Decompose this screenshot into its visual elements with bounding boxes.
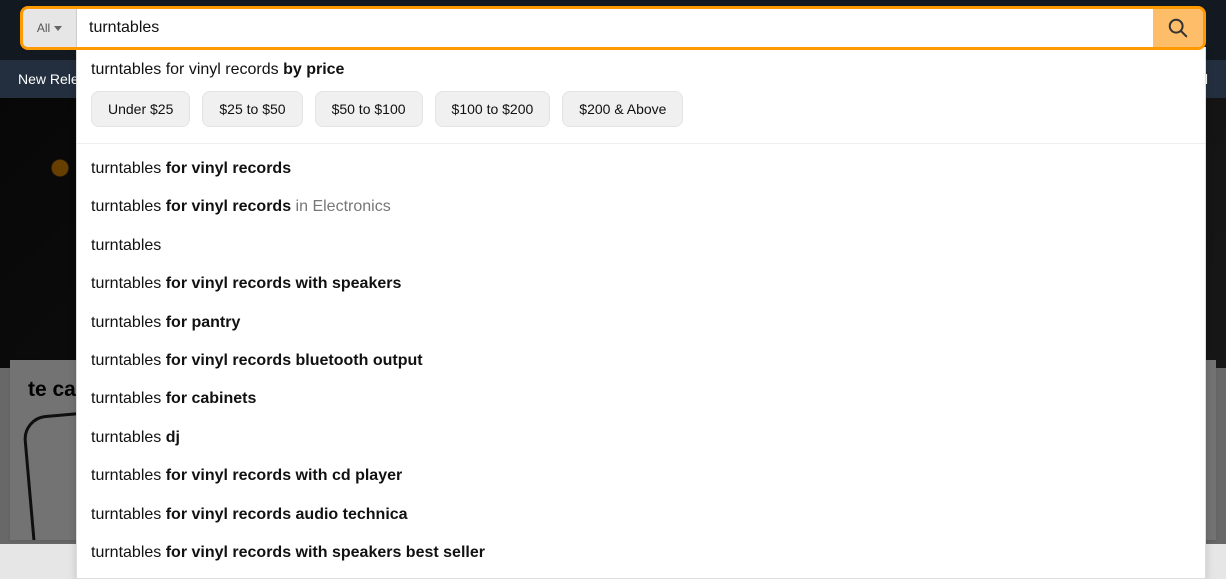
suggestion-prefix: turntables — [91, 506, 161, 523]
suggestion-prefix: turntables — [91, 160, 161, 177]
search-button[interactable] — [1153, 9, 1203, 47]
search-category-label: All — [37, 21, 50, 35]
price-filter-title: turntables for vinyl records by price — [91, 61, 1191, 79]
suggestion-completion: for vinyl records — [161, 160, 291, 177]
suggestion-prefix: turntables — [91, 544, 161, 561]
suggestion-item[interactable]: turntables for vinyl records with speake… — [77, 534, 1205, 572]
suggestion-item[interactable]: turntables for vinyl records — [77, 150, 1205, 188]
price-chip[interactable]: $25 to $50 — [202, 91, 302, 127]
suggestion-item[interactable]: turntables for vinyl records audio techn… — [77, 496, 1205, 534]
suggestion-completion: for vinyl records — [161, 198, 291, 215]
suggestion-completion: for cabinets — [161, 390, 256, 407]
suggestion-prefix: turntables — [91, 429, 161, 446]
suggestion-item[interactable]: turntables for vinyl records with speake… — [77, 265, 1205, 303]
search-category-dropdown[interactable]: All — [23, 9, 77, 47]
suggestion-department: in Electronics — [291, 198, 391, 215]
suggestion-completion: for vinyl records audio technica — [161, 506, 407, 523]
suggestion-item[interactable]: turntables for vinyl records with cd pla… — [77, 457, 1205, 495]
suggestion-prefix: turntables — [91, 390, 161, 407]
suggestion-item[interactable]: turntables for cabinets — [77, 380, 1205, 418]
suggestion-list: turntables for vinyl recordsturntables f… — [77, 144, 1205, 572]
price-filter-block: turntables for vinyl records by price Un… — [77, 47, 1205, 144]
suggestion-item[interactable]: turntables — [77, 227, 1205, 265]
suggestion-completion: for vinyl records bluetooth output — [161, 352, 422, 369]
price-filter-suffix: by price — [283, 61, 344, 78]
suggestion-completion: dj — [161, 429, 180, 446]
price-filter-prefix: turntables for vinyl records — [91, 61, 279, 78]
suggestion-completion: for vinyl records with cd player — [161, 467, 402, 484]
search-input[interactable] — [77, 9, 1153, 47]
price-chip[interactable]: $50 to $100 — [315, 91, 423, 127]
suggestion-completion: for pantry — [161, 314, 240, 331]
suggestion-completion: for vinyl records with speakers best sel… — [161, 544, 485, 561]
search-icon — [1167, 17, 1189, 39]
price-chip[interactable]: $100 to $200 — [435, 91, 551, 127]
price-filter-chips: Under $25 $25 to $50 $50 to $100 $100 to $2… — [91, 91, 1191, 127]
search-suggestions-dropdown: turntables for vinyl records by price Un… — [76, 47, 1206, 579]
chevron-down-icon — [54, 26, 62, 31]
suggestion-prefix: turntables — [91, 314, 161, 331]
suggestion-prefix: turntables — [91, 237, 161, 254]
suggestion-prefix: turntables — [91, 198, 161, 215]
price-chip[interactable]: Under $25 — [91, 91, 190, 127]
suggestion-item[interactable]: turntables for pantry — [77, 304, 1205, 342]
suggestion-prefix: turntables — [91, 467, 161, 484]
suggestion-item[interactable]: turntables for vinyl records in Electron… — [77, 188, 1205, 226]
suggestion-item[interactable]: turntables for vinyl records bluetooth o… — [77, 342, 1205, 380]
search-bar: All — [20, 6, 1206, 50]
suggestion-prefix: turntables — [91, 352, 161, 369]
suggestion-item[interactable]: turntables dj — [77, 419, 1205, 457]
suggestion-prefix: turntables — [91, 275, 161, 292]
price-chip[interactable]: $200 & Above — [562, 91, 683, 127]
suggestion-completion: for vinyl records with speakers — [161, 275, 401, 292]
